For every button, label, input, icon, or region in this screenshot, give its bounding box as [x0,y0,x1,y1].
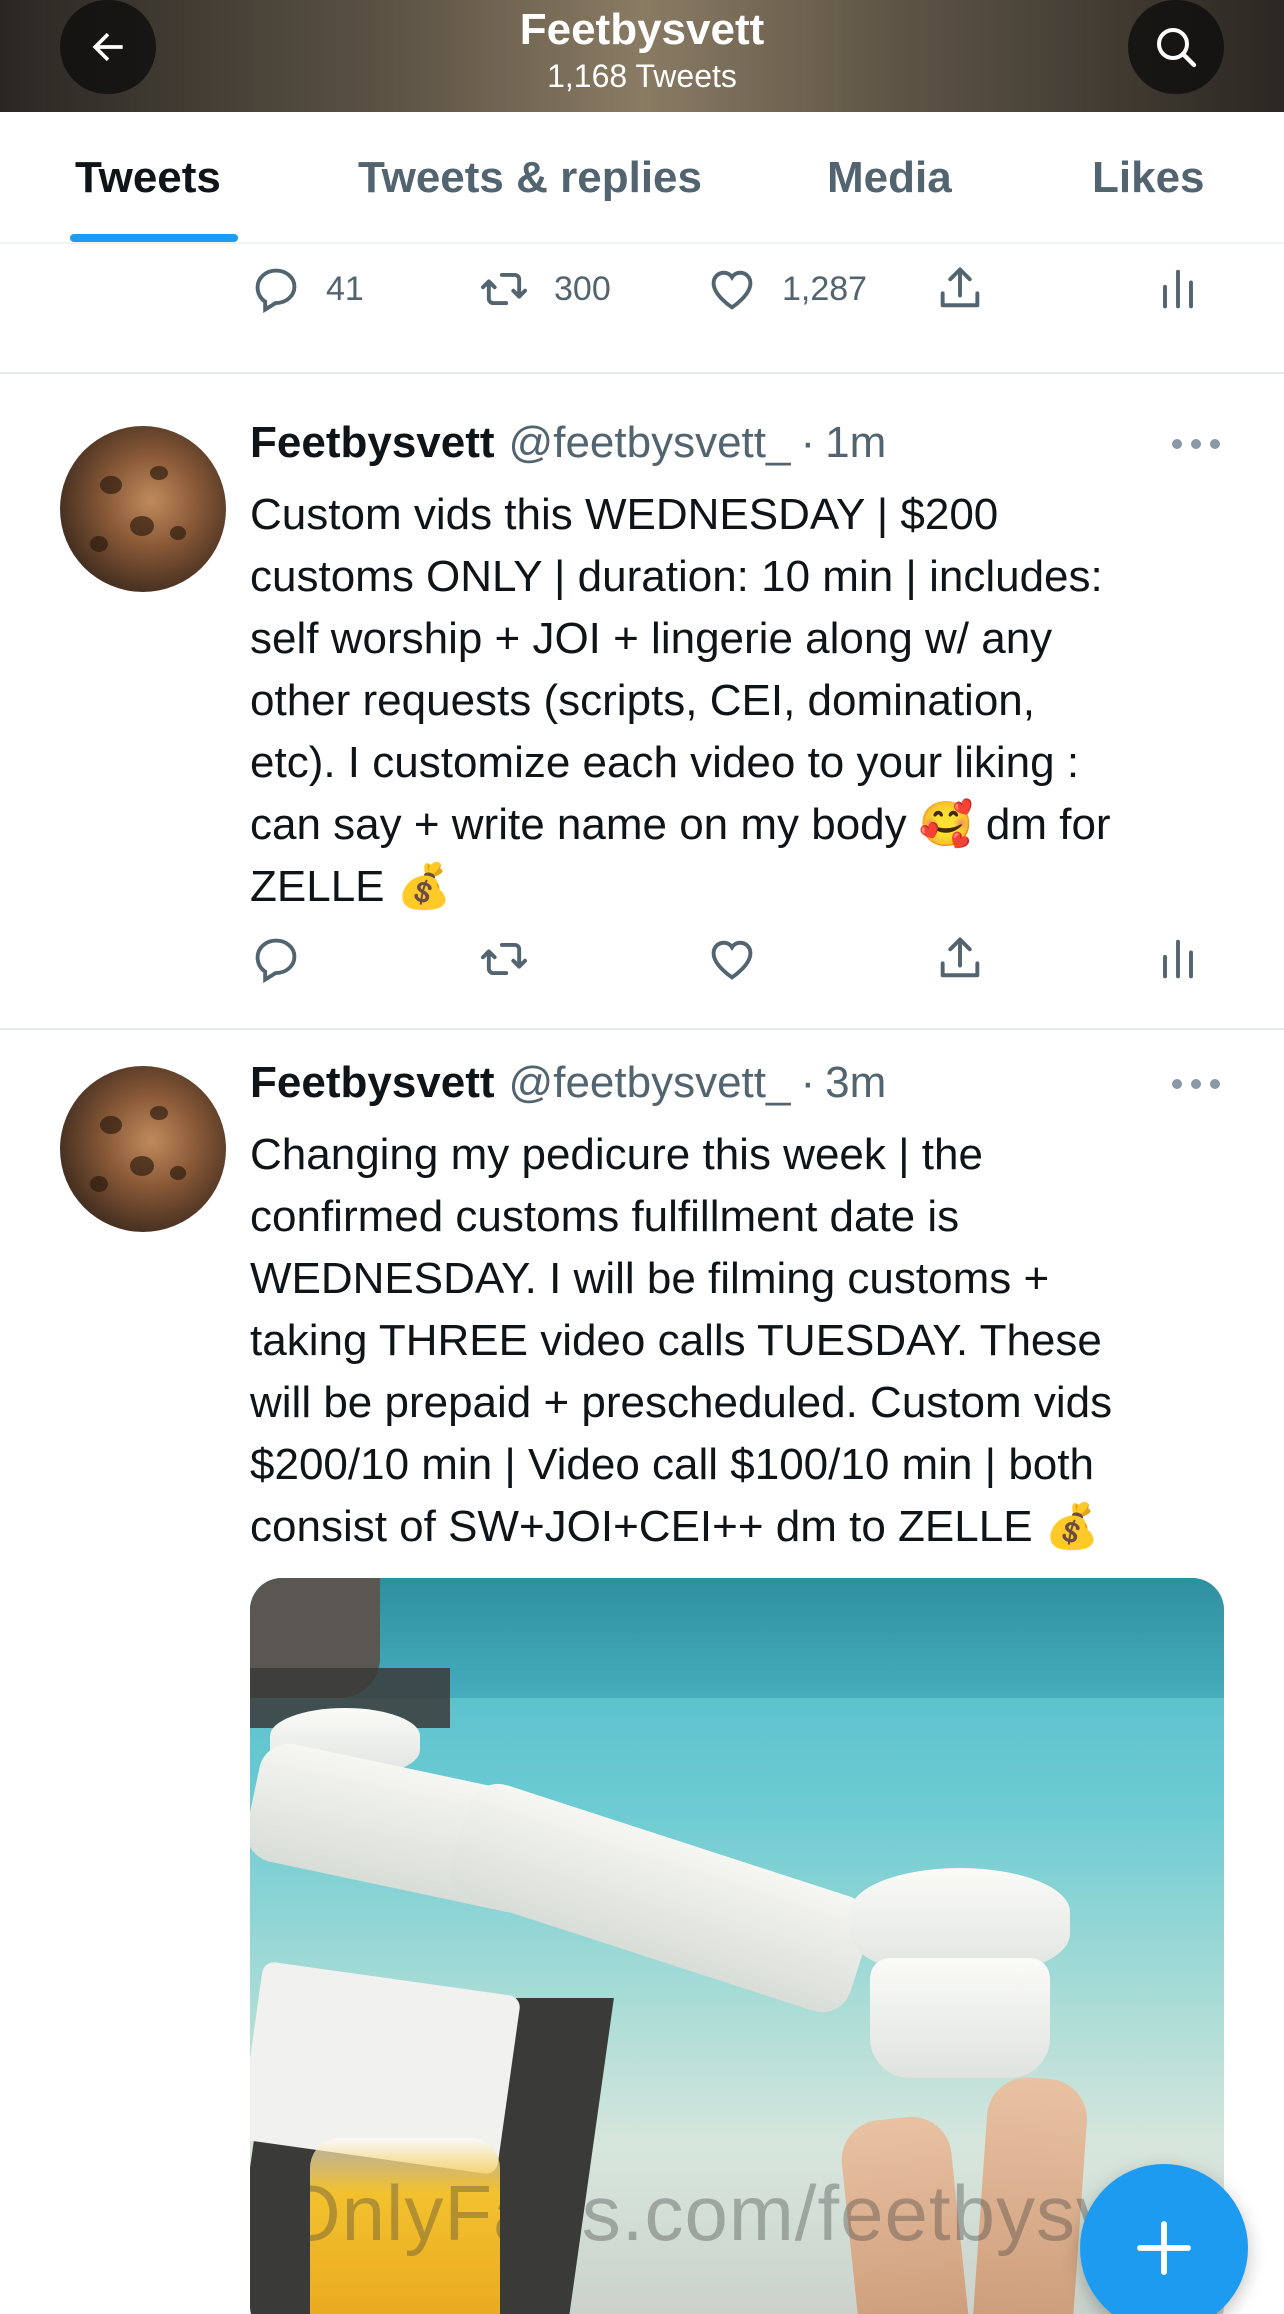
retweet-icon [481,272,527,306]
like-count: 1,287 [782,269,868,308]
separator: · [800,1058,816,1107]
analytics-icon [1163,269,1193,309]
share-icon [940,267,980,308]
tweet-actions [0,924,1284,994]
tweet[interactable]: Feetbysvett @feetbysvett_ · 1m Custom vi… [0,374,1284,1028]
reply-icon [255,268,297,314]
share-icon [940,937,980,978]
analytics-button[interactable] [1152,924,1204,994]
author-handle[interactable]: @feetbysvett_ [509,418,791,468]
author-name[interactable]: Feetbysvett [250,418,495,468]
tab-media[interactable]: Media [827,152,952,204]
more-button[interactable] [1172,1074,1220,1094]
watermark: OnlyFans.com/feetbysvett [280,2169,1206,2257]
profile-name: Feetbysvett [519,5,765,54]
profile-tabs: Tweets Tweets & replies Media Likes [0,112,1284,244]
avatar[interactable] [60,426,226,592]
search-icon [1157,28,1197,68]
analytics-icon [1163,939,1193,979]
like-button[interactable]: 1,287 [706,254,867,324]
retweet-icon [481,942,527,976]
avatar[interactable] [60,1066,226,1232]
previous-tweet-actions: 41 300 1,287 [0,254,1284,324]
tab-tweets-and-replies[interactable]: Tweets & replies [358,152,702,204]
separator: · [800,418,816,467]
author-name[interactable]: Feetbysvett [250,1058,495,1108]
more-icon [1172,1079,1182,1089]
reply-button[interactable] [250,924,302,994]
retweet-button[interactable]: 300 [478,254,611,324]
profile-header: Feetbysvett 1,168 Tweets [0,0,1284,112]
author-handle[interactable]: @feetbysvett_ [509,1058,791,1108]
tweet-text: Custom vids this WEDNESDAY | $200 custom… [250,490,1111,911]
retweet-count: 300 [554,269,611,308]
search-button[interactable] [1128,0,1224,94]
tweet-count: 1,168 Tweets [547,58,737,94]
tweet-time[interactable]: 1m [825,418,886,468]
plus-icon [1137,2221,1191,2275]
more-icon [1172,439,1182,449]
reply-icon [255,938,297,984]
tweet-text: Changing my pedicure this week | the con… [250,1130,1113,1551]
tweet-time[interactable]: 3m [825,1058,886,1108]
reply-count: 41 [326,269,364,308]
heart-icon [711,270,753,310]
active-tab-indicator [70,234,238,242]
tab-tweets[interactable]: Tweets [75,152,221,204]
like-button[interactable] [706,924,758,994]
reply-button[interactable]: 41 [250,254,364,324]
tweet-header: Feetbysvett @feetbysvett_ · 1m [250,418,886,474]
tab-likes[interactable]: Likes [1092,152,1205,204]
share-button[interactable] [934,924,986,994]
retweet-button[interactable] [478,924,530,994]
share-button[interactable] [934,254,986,324]
heart-icon [711,940,753,980]
more-button[interactable] [1172,434,1220,454]
analytics-button[interactable] [1152,254,1204,324]
tweet-header: Feetbysvett @feetbysvett_ · 3m [250,1058,886,1114]
